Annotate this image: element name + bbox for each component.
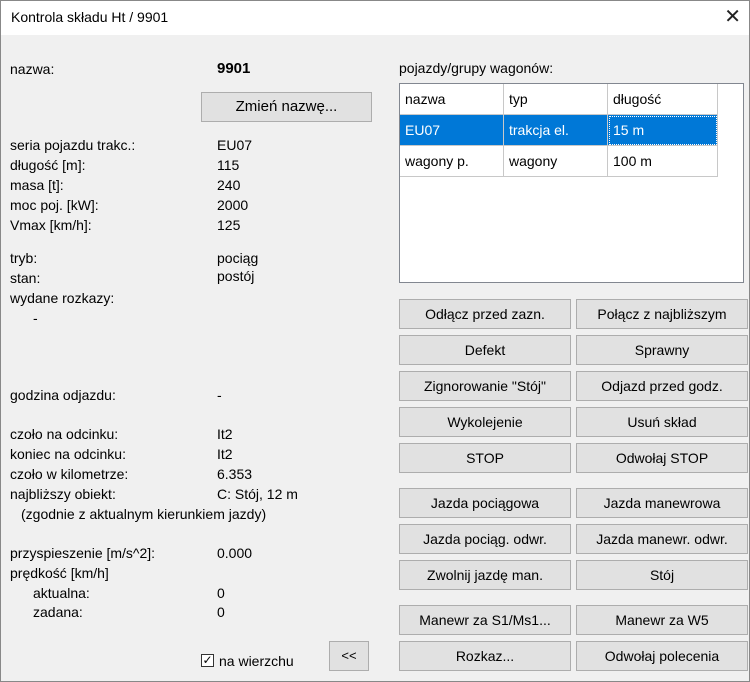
cancel-stop-button[interactable]: Odwołaj STOP <box>576 443 748 473</box>
halt-button[interactable]: Stój <box>576 560 748 590</box>
title-bar: Kontrola składu Ht / 9901 ✕ <box>1 1 749 35</box>
column-header-type[interactable]: typ <box>504 84 608 115</box>
order-button[interactable]: Rozkaz... <box>399 641 571 671</box>
vehicles-table[interactable]: nazwa typ długość EU07 trakcja el. 15 m … <box>399 83 744 283</box>
dialog-window: Kontrola składu Ht / 9901 ✕ nazwa: 9901 … <box>0 0 750 682</box>
departure-value: - <box>217 387 222 403</box>
depart-early-button[interactable]: Odjazd przed godz. <box>576 371 748 401</box>
working-button[interactable]: Sprawny <box>576 335 748 365</box>
orders-value: - <box>33 310 38 326</box>
speed-actual-label: aktualna: <box>33 585 90 601</box>
column-header-length[interactable]: długość <box>608 84 718 115</box>
couple-nearest-button[interactable]: Połącz z najbliższym <box>576 299 748 329</box>
vmax-label: Vmax [km/h]: <box>10 217 92 233</box>
table-row-type[interactable]: trakcja el. <box>504 115 608 146</box>
vmax-value: 125 <box>217 217 241 233</box>
table-row-name[interactable]: EU07 <box>400 115 504 146</box>
speed-actual-value: 0 <box>217 585 225 601</box>
series-value: EU07 <box>217 137 253 153</box>
table-row-length[interactable]: 100 m <box>608 146 718 177</box>
table-row-type[interactable]: wagony <box>504 146 608 177</box>
remove-train-button[interactable]: Usuń skład <box>576 407 748 437</box>
state-label: stan: <box>10 270 41 286</box>
name-label: nazwa: <box>10 61 55 77</box>
ignore-stop-button[interactable]: Zignorowanie "Stój" <box>399 371 571 401</box>
head-km-label: czoło w kilometrze: <box>10 466 129 482</box>
power-label: moc poj. [kW]: <box>10 197 99 213</box>
series-label: seria pojazdu trakc.: <box>10 137 136 153</box>
head-km-value: 6.353 <box>217 466 253 482</box>
shunt-run-reverse-button[interactable]: Jazda manewr. odwr. <box>576 524 748 554</box>
length-value: 115 <box>217 157 240 173</box>
head-section-label: czoło na odcinku: <box>10 426 119 442</box>
mode-value: pociąg <box>217 250 259 266</box>
rename-button[interactable]: Zmień nazwę... <box>201 92 372 122</box>
state-value: postój <box>217 268 255 284</box>
name-value: 9901 <box>217 60 251 77</box>
on-top-label[interactable]: na wierzchu <box>219 653 294 669</box>
table-row-length[interactable]: 15 m <box>608 115 718 146</box>
shunt-w5-button[interactable]: Manewr za W5 <box>576 605 748 635</box>
defect-button[interactable]: Defekt <box>399 335 571 365</box>
accel-value: 0.000 <box>217 545 253 561</box>
stop-button[interactable]: STOP <box>399 443 571 473</box>
end-section-label: koniec na odcinku: <box>10 446 126 462</box>
length-label: długość [m]: <box>10 157 86 173</box>
head-section-value: It2 <box>217 426 233 442</box>
speed-set-value: 0 <box>217 604 225 620</box>
detach-button[interactable]: Odłącz przed zazn. <box>399 299 571 329</box>
departure-label: godzina odjazdu: <box>10 387 116 403</box>
shunt-run-button[interactable]: Jazda manewrowa <box>576 488 748 518</box>
direction-note: (zgodnie z aktualnym kierunkiem jazdy) <box>21 506 267 522</box>
mass-label: masa [t]: <box>10 177 64 193</box>
mode-label: tryb: <box>10 250 38 266</box>
orders-label: wydane rozkazy: <box>10 290 115 306</box>
table-row-name[interactable]: wagony p. <box>400 146 504 177</box>
vehicles-label: pojazdy/grupy wagonów: <box>399 60 554 76</box>
speed-set-label: zadana: <box>33 604 83 620</box>
cancel-commands-button[interactable]: Odwołaj polecenia <box>576 641 748 671</box>
collapse-button[interactable]: << <box>329 641 369 671</box>
column-header-name[interactable]: nazwa <box>400 84 504 115</box>
train-run-button[interactable]: Jazda pociągowa <box>399 488 571 518</box>
mass-value: 240 <box>217 177 241 193</box>
nearest-object-label: najbliższy obiekt: <box>10 486 116 502</box>
on-top-checkbox[interactable]: ✓ <box>201 654 214 667</box>
power-value: 2000 <box>217 197 249 213</box>
accel-label: przyspieszenie [m/s^2]: <box>10 545 156 561</box>
derail-button[interactable]: Wykolejenie <box>399 407 571 437</box>
speed-label: prędkość [km/h] <box>10 565 109 581</box>
close-icon[interactable]: ✕ <box>724 5 741 29</box>
nearest-object-value: C: Stój, 12 m <box>217 486 298 502</box>
release-shunt-button[interactable]: Zwolnij jazdę man. <box>399 560 571 590</box>
shunt-s1-button[interactable]: Manewr za S1/Ms1... <box>399 605 571 635</box>
end-section-value: It2 <box>217 446 233 462</box>
train-run-reverse-button[interactable]: Jazda pociąg. odwr. <box>399 524 571 554</box>
window-title: Kontrola składu Ht / 9901 <box>11 9 169 25</box>
